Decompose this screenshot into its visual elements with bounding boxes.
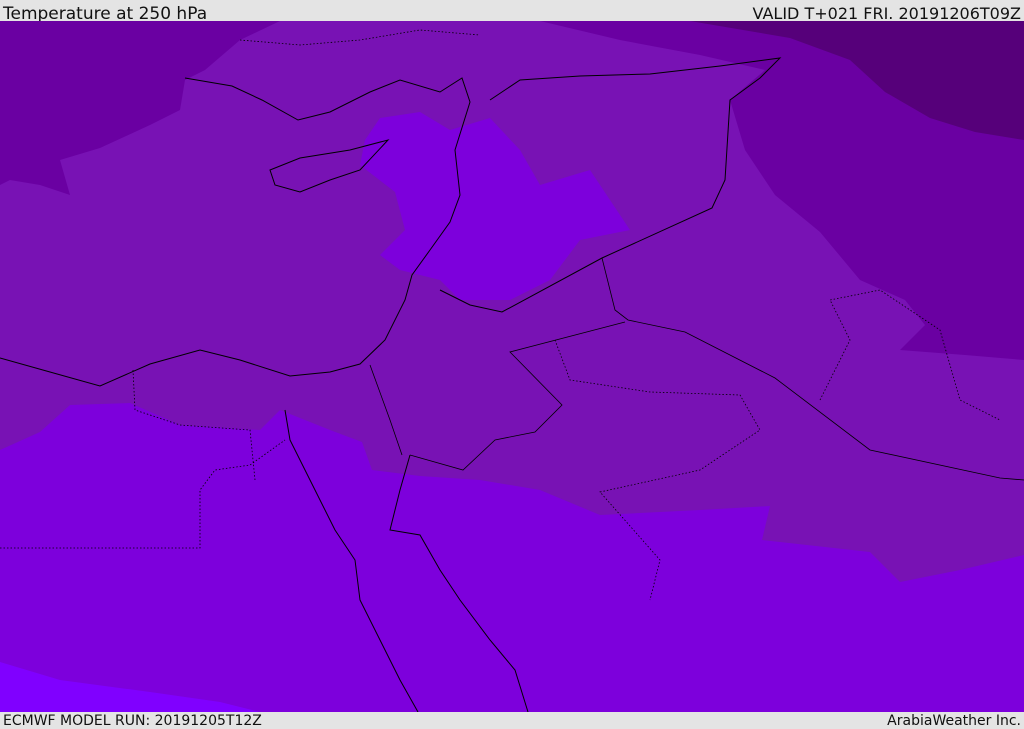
temperature-map <box>0 21 1024 712</box>
footer-bar: ECMWF MODEL RUN: 20191205T12Z ArabiaWeat… <box>0 712 1024 729</box>
credit: ArabiaWeather Inc. <box>887 713 1021 729</box>
header-bar: Temperature at 250 hPa VALID T+021 FRI. … <box>0 0 1024 24</box>
model-run: ECMWF MODEL RUN: 20191205T12Z <box>3 713 262 729</box>
